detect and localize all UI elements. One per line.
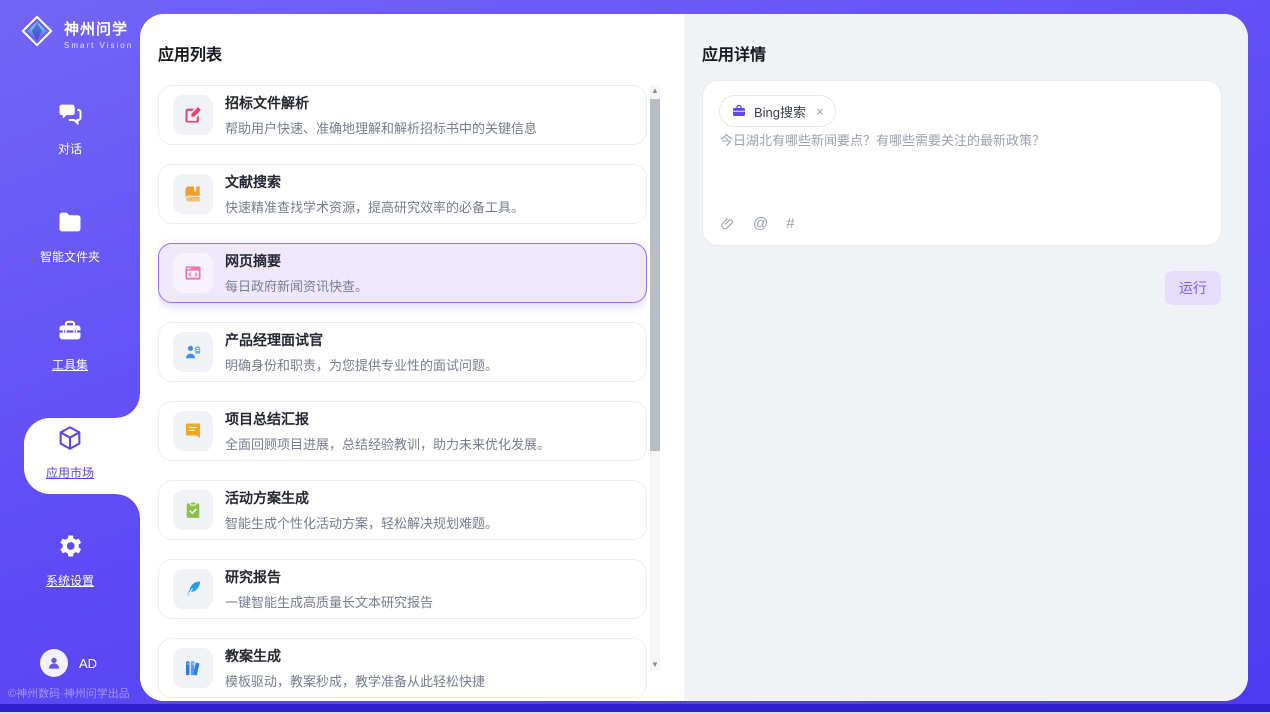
app-list-title: 应用列表 [158,41,222,65]
app-card-title: 项目总结汇报 [225,409,550,429]
app-card[interactable]: 网页摘要每日政府新闻资讯快查。 [158,243,647,303]
clipboard-check-icon [173,490,213,530]
browser-code-icon [173,253,213,293]
sidebar: 神州问学 Smart Vision 对话智能文件夹工具集应用市场系统设置 AD … [0,0,140,714]
app-card-text: 网页摘要每日政府新闻资讯快查。 [225,251,368,295]
app-card-list: 招标文件解析帮助用户快速、准确地理解和解析招标书中的关键信息文献搜索快速精准查找… [158,85,647,701]
folder-icon [56,208,84,236]
app-card[interactable]: 产品经理面试官明确身份和职责，为您提供专业性的面试问题。 [158,322,647,382]
app-card-text: 招标文件解析帮助用户快速、准确地理解和解析招标书中的关键信息 [225,93,537,137]
sidebar-item-label: 工具集 [0,356,140,373]
app-card[interactable]: 教案生成模板驱动，教案秒成，教学准备从此轻松快捷 [158,638,647,698]
app-card-text: 项目总结汇报全面回顾项目进展，总结经验教训，助力未来优化发展。 [225,409,550,453]
content-shell: 应用列表 招标文件解析帮助用户快速、准确地理解和解析招标书中的关键信息文献搜索快… [140,14,1248,701]
tool-tag-label: Bing搜索 [754,102,806,121]
scroll-down-arrow-icon[interactable]: ▼ [650,659,660,671]
close-icon[interactable]: × [816,104,824,119]
avatar[interactable] [40,649,68,677]
attachment-icon[interactable] [720,217,735,232]
sidebar-item-label: 系统设置 [0,572,140,589]
app-card-description: 智能生成个性化活动方案，轻松解决规划难题。 [225,513,498,532]
brand-tagline: Smart Vision [64,41,133,50]
toolbox-icon [56,316,84,344]
app-card-description: 明确身份和职责，为您提供专业性的面试问题。 [225,355,498,374]
sidebar-item-gear[interactable]: 系统设置 [0,532,140,589]
mention-icon[interactable]: @ [753,216,768,232]
scrollbar[interactable]: ▲ ▼ [650,85,660,671]
app-card-description: 每日政府新闻资讯快查。 [225,276,368,295]
books-icon [173,648,213,688]
sidebar-item-label: 智能文件夹 [0,248,140,265]
app-card-description: 帮助用户快速、准确地理解和解析招标书中的关键信息 [225,118,537,137]
app-card-text: 产品经理面试官明确身份和职责，为您提供专业性的面试问题。 [225,330,498,374]
app-card[interactable]: 招标文件解析帮助用户快速、准确地理解和解析招标书中的关键信息 [158,85,647,145]
app-card-description: 快速精准查找学术资源，提高研究效率的必备工具。 [225,197,524,216]
brand-logo: 神州问学 Smart Vision [18,12,133,55]
app-card-text: 文献搜索快速精准查找学术资源，提高研究效率的必备工具。 [225,172,524,216]
cube-icon [56,424,84,452]
user-name: AD [79,656,97,671]
app-detail-panel: 应用详情 Bing搜索 × 今日湖北有哪些新闻要点？有哪些需要关注的最新政策？ … [684,14,1248,701]
sidebar-item-folder[interactable]: 智能文件夹 [0,208,140,265]
app-card-text: 教案生成模板驱动，教案秒成，教学准备从此轻松快捷 [225,646,485,690]
input-toolbar: @# [720,216,795,232]
app-card[interactable]: 研究报告一键智能生成高质量长文本研究报告 [158,559,647,619]
brand-name: 神州问学 [64,18,133,39]
doc-edit-icon [173,95,213,135]
scroll-up-arrow-icon[interactable]: ▲ [650,85,660,97]
tool-tag-bing-search[interactable]: Bing搜索 × [719,95,836,127]
app-card-title: 教案生成 [225,646,485,666]
app-card-title: 招标文件解析 [225,93,537,113]
prompt-text[interactable]: 今日湖北有哪些新闻要点？有哪些需要关注的最新政策？ [720,131,1205,151]
app-card[interactable]: 文献搜索快速精准查找学术资源，提高研究效率的必备工具。 [158,164,647,224]
app-window: 神州问学 Smart Vision 对话智能文件夹工具集应用市场系统设置 AD … [0,0,1270,714]
app-card-text: 研究报告一键智能生成高质量长文本研究报告 [225,567,433,611]
app-card-title: 产品经理面试官 [225,330,498,350]
app-card-description: 模板驱动，教案秒成，教学准备从此轻松快捷 [225,671,485,690]
sidebar-item-label: 对话 [0,140,140,157]
user-row[interactable]: AD [40,649,97,677]
memo-icon [173,411,213,451]
sidebar-item-cube[interactable]: 应用市场 [0,424,140,481]
sidebar-item-label: 应用市场 [0,464,140,481]
bottom-strip [0,704,1270,712]
app-card[interactable]: 活动方案生成智能生成个性化活动方案，轻松解决规划难题。 [158,480,647,540]
prompt-input-card[interactable]: Bing搜索 × 今日湖北有哪些新闻要点？有哪些需要关注的最新政策？ @# [702,80,1222,246]
scrollbar-thumb[interactable] [650,99,660,451]
interviewer-icon [173,332,213,372]
gear-icon [56,532,84,560]
hashtag-icon[interactable]: # [786,216,794,232]
book-icon [173,174,213,214]
app-card-text: 活动方案生成智能生成个性化活动方案，轻松解决规划难题。 [225,488,498,532]
app-detail-title: 应用详情 [702,41,766,65]
sidebar-item-toolbox[interactable]: 工具集 [0,316,140,373]
app-card[interactable]: 项目总结汇报全面回顾项目进展，总结经验教训，助力未来优化发展。 [158,401,647,461]
copyright-text: ©神州数码·神州问学出品 [8,685,130,701]
app-card-description: 一键智能生成高质量长文本研究报告 [225,592,433,611]
briefcase-icon [731,103,747,119]
app-card-description: 全面回顾项目进展，总结经验教训，助力未来优化发展。 [225,434,550,453]
app-card-title: 文献搜索 [225,172,524,192]
run-button[interactable]: 运行 [1165,271,1221,305]
app-card-title: 研究报告 [225,567,433,587]
person-icon [46,655,62,671]
app-card-title: 活动方案生成 [225,488,498,508]
app-list-panel: 应用列表 招标文件解析帮助用户快速、准确地理解和解析招标书中的关键信息文献搜索快… [140,14,684,701]
diamond-logo-icon [18,12,56,55]
chat-icon [56,100,84,128]
app-card-title: 网页摘要 [225,251,368,271]
quill-icon [173,569,213,609]
sidebar-item-chat[interactable]: 对话 [0,100,140,157]
